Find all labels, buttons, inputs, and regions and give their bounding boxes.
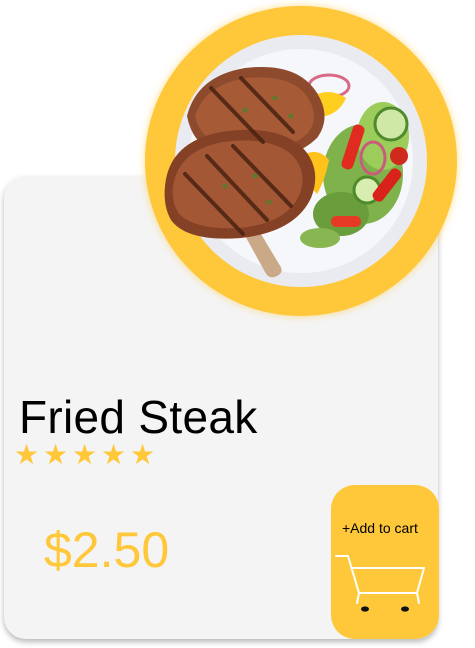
star-icon: ★ [129, 439, 156, 470]
rating-stars: ★ ★ ★ ★ ★ [13, 440, 156, 470]
fried-steak-plate-icon [164, 35, 427, 287]
star-icon: ★ [100, 439, 127, 470]
add-to-cart-button[interactable]: +Add to cart [331, 485, 439, 639]
product-card-screen: Fried Steak ★ ★ ★ ★ ★ $2.50 +Add to cart [0, 0, 475, 648]
add-to-cart-label: +Add to cart [342, 520, 418, 536]
product-price: $2.50 [44, 522, 170, 578]
product-title: Fried Steak [19, 391, 258, 443]
star-icon: ★ [42, 439, 69, 470]
star-icon: ★ [13, 439, 40, 470]
star-icon: ★ [71, 439, 98, 470]
shopping-cart-icon [335, 555, 425, 612]
